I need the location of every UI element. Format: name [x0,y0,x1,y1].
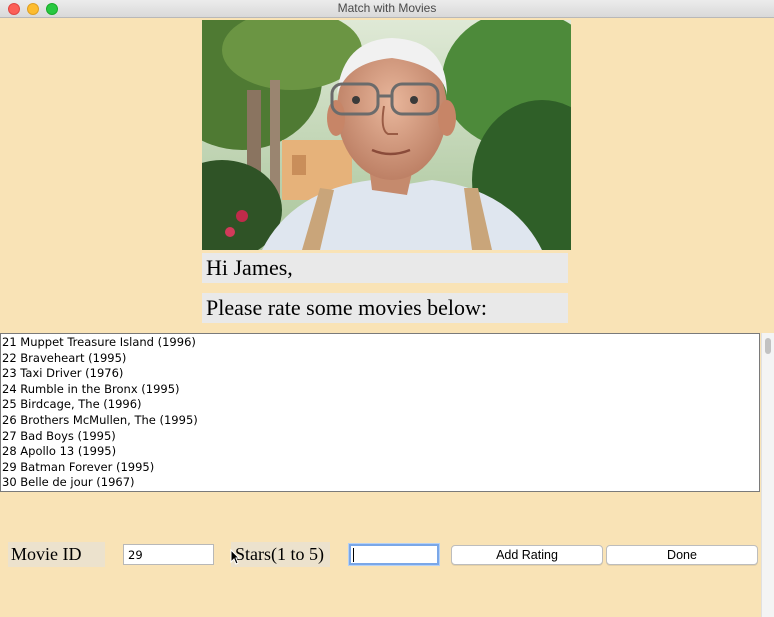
user-photo [202,20,571,250]
movie-list-item[interactable]: 27 Bad Boys (1995) [1,429,759,445]
movie-list-item[interactable]: 28 Apollo 13 (1995) [1,444,759,460]
stars-label: Stars(1 to 5) [231,542,330,567]
window-title: Match with Movies [337,1,437,15]
movie-list-item[interactable]: 24 Rumble in the Bronx (1995) [1,382,759,398]
greeting-text: Hi James, [202,253,568,283]
movie-list-item[interactable]: 25 Birdcage, The (1996) [1,397,759,413]
stars-input[interactable] [349,544,439,565]
rate-prompt-text: Please rate some movies below: [202,293,568,323]
done-button[interactable]: Done [606,545,758,565]
text-caret [353,548,354,562]
movie-list-item[interactable]: 29 Batman Forever (1995) [1,460,759,476]
movie-list-item[interactable]: 21 Muppet Treasure Island (1996) [1,335,759,351]
elderly-man-portrait-icon [202,20,571,250]
movie-list-item[interactable]: 30 Belle de jour (1967) [1,475,759,491]
mouse-pointer-icon [230,549,240,565]
title-bar: Match with Movies [0,0,774,18]
movie-list-item[interactable]: 26 Brothers McMullen, The (1995) [1,413,759,429]
movie-list-item[interactable]: 22 Braveheart (1995) [1,351,759,367]
movie-list-item[interactable]: 23 Taxi Driver (1976) [1,366,759,382]
movie-id-label: Movie ID [8,542,105,567]
window-scrollbar[interactable] [761,333,774,617]
movie-list[interactable]: 21 Muppet Treasure Island (1996) 22 Brav… [0,333,760,492]
scrollbar-thumb[interactable] [765,338,771,354]
app-window: Match with Movies Hi James, Please rate … [0,0,774,617]
add-rating-button[interactable]: Add Rating [451,545,603,565]
movie-id-input[interactable] [123,544,214,565]
